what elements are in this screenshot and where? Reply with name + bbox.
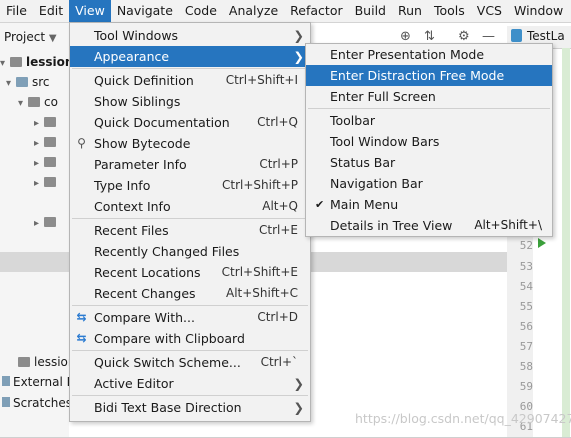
watermark-text: https://blog.csdn.net/qq_42907427 (355, 411, 571, 426)
folder-icon (10, 57, 22, 67)
menu-separator (72, 68, 308, 69)
menu-item-compare-with-clipboard[interactable]: ⇆ Compare with Clipboard (70, 328, 310, 349)
line-number: 58 (519, 360, 533, 373)
menu-item-context-info[interactable]: Context Info Alt+Q (70, 196, 310, 217)
project-tree: ▾ lession01 ▾ src ▾ co ▸ ▸ ▸ ▸ ▸ (0, 52, 90, 232)
line-number: 53 (519, 260, 533, 273)
tree-item-lession[interactable]: lession (18, 352, 76, 372)
menu-bar: File Edit View Navigate Code Analyze Ref… (0, 0, 571, 23)
line-number: 56 (519, 320, 533, 333)
menu-build[interactable]: Build (349, 0, 392, 22)
submenu-item-status-bar[interactable]: Status Bar (306, 152, 552, 173)
package-icon (44, 137, 56, 147)
gear-icon[interactable]: ⚙ (458, 29, 470, 44)
run-gutter-icon[interactable] (538, 238, 546, 248)
menu-item-quick-definition[interactable]: Quick Definition Ctrl+Shift+I (70, 70, 310, 91)
project-tab-label: Project (4, 30, 46, 44)
folder-icon (16, 77, 28, 87)
chevron-right-icon: ❯ (293, 376, 304, 391)
scratches-icon (2, 397, 10, 407)
minimize-icon[interactable]: — (482, 29, 495, 44)
menu-file[interactable]: File (0, 0, 33, 22)
tree-item-collapsed[interactable]: ▸ (0, 172, 69, 192)
bytecode-search-icon: ⚲ (77, 136, 86, 150)
menu-analyze[interactable]: Analyze (223, 0, 284, 22)
line-number: 55 (519, 300, 533, 313)
library-icon (2, 376, 10, 386)
view-menu: Tool Windows ❯ Appearance ❯ Quick Defini… (69, 22, 311, 422)
menu-navigate[interactable]: Navigate (111, 0, 179, 22)
submenu-item-distraction-free-mode[interactable]: Enter Distraction Free Mode (306, 65, 552, 86)
chevron-right-icon: ❯ (293, 400, 304, 415)
menu-item-quick-switch-scheme[interactable]: Quick Switch Scheme... Ctrl+` (70, 352, 310, 373)
menu-item-compare-with[interactable]: ⇆ Compare With... Ctrl+D (70, 307, 310, 328)
package-icon (28, 97, 40, 107)
submenu-item-toolbar[interactable]: Toolbar (306, 110, 552, 131)
tree-item-src[interactable]: ▾ src (0, 72, 69, 92)
java-file-icon (511, 29, 522, 42)
chevron-right-icon: ❯ (293, 28, 304, 43)
tree-item-external-libraries[interactable]: External L (2, 372, 73, 392)
menu-code[interactable]: Code (179, 0, 223, 22)
menu-separator (72, 395, 308, 396)
tree-item-collapsed[interactable]: ▸ (0, 132, 69, 152)
target-icon[interactable]: ⊕ (400, 29, 411, 44)
checkmark-icon: ✔ (315, 198, 325, 211)
menu-item-tool-windows[interactable]: Tool Windows ❯ (70, 25, 310, 46)
menu-item-show-siblings[interactable]: Show Siblings (70, 91, 310, 112)
module-icon (18, 357, 30, 367)
submenu-item-details-in-tree-view[interactable]: Details in Tree View Alt+Shift+\ (306, 215, 552, 236)
menu-item-recent-files[interactable]: Recent Files Ctrl+E (70, 220, 310, 241)
package-icon (44, 217, 56, 227)
menu-item-quick-documentation[interactable]: Quick Documentation Ctrl+Q (70, 112, 310, 133)
tree-item-co[interactable]: ▾ co (0, 92, 69, 112)
menu-item-parameter-info[interactable]: Parameter Info Ctrl+P (70, 154, 310, 175)
menu-run[interactable]: Run (392, 0, 428, 22)
package-icon (44, 177, 56, 187)
menu-separator (72, 305, 308, 306)
menu-item-recently-changed-files[interactable]: Recently Changed Files (70, 241, 310, 262)
menu-separator (72, 350, 308, 351)
package-icon (44, 157, 56, 167)
menu-item-show-bytecode[interactable]: ⚲ Show Bytecode (70, 133, 310, 154)
menu-item-bidi-text-base-direction[interactable]: Bidi Text Base Direction ❯ (70, 397, 310, 418)
submenu-item-tool-window-bars[interactable]: Tool Window Bars (306, 131, 552, 152)
tree-item-collapsed[interactable]: ▸ (0, 212, 69, 232)
menu-separator (72, 218, 308, 219)
menu-item-recent-locations[interactable]: Recent Locations Ctrl+Shift+E (70, 262, 310, 283)
menu-separator (308, 108, 550, 109)
menu-item-recent-changes[interactable]: Recent Changes Alt+Shift+C (70, 283, 310, 304)
submenu-item-full-screen[interactable]: Enter Full Screen (306, 86, 552, 107)
package-icon (44, 117, 56, 127)
menu-item-appearance[interactable]: Appearance ❯ (70, 46, 310, 67)
tree-item-lession01[interactable]: ▾ lession01 (0, 52, 90, 72)
submenu-item-main-menu[interactable]: ✔ Main Menu (306, 194, 552, 215)
compare-icon: ⇆ (76, 310, 87, 324)
menu-tools[interactable]: Tools (428, 0, 471, 22)
menu-item-type-info[interactable]: Type Info Ctrl+Shift+P (70, 175, 310, 196)
tree-item-scratches[interactable]: Scratches (2, 393, 72, 413)
menu-vcs[interactable]: VCS (471, 0, 508, 22)
line-number: 57 (519, 340, 533, 353)
appearance-submenu: Enter Presentation Mode Enter Distractio… (305, 43, 553, 237)
tree-item-collapsed[interactable]: ▸ (0, 152, 69, 172)
submenu-item-navigation-bar[interactable]: Navigation Bar (306, 173, 552, 194)
submenu-item-presentation-mode[interactable]: Enter Presentation Mode (306, 44, 552, 65)
menu-view[interactable]: View (69, 0, 111, 22)
chevron-right-icon: ❯ (293, 49, 304, 64)
line-number: 52 (519, 239, 533, 252)
menu-refactor[interactable]: Refactor (284, 0, 348, 22)
compare-clipboard-icon: ⇆ (76, 331, 87, 345)
collapse-icon[interactable]: ⇅ (424, 29, 435, 44)
menu-window[interactable]: Window (508, 0, 569, 22)
editor-marker-stripe (562, 48, 570, 438)
editor-tab-label[interactable]: TestLa (527, 29, 565, 43)
line-number: 59 (519, 380, 533, 393)
menu-item-active-editor[interactable]: Active Editor ❯ (70, 373, 310, 394)
project-tab[interactable]: Project ▼ (0, 25, 69, 49)
tree-item-collapsed[interactable]: ▸ (0, 112, 69, 132)
menu-edit[interactable]: Edit (33, 0, 69, 22)
line-number: 54 (519, 280, 533, 293)
